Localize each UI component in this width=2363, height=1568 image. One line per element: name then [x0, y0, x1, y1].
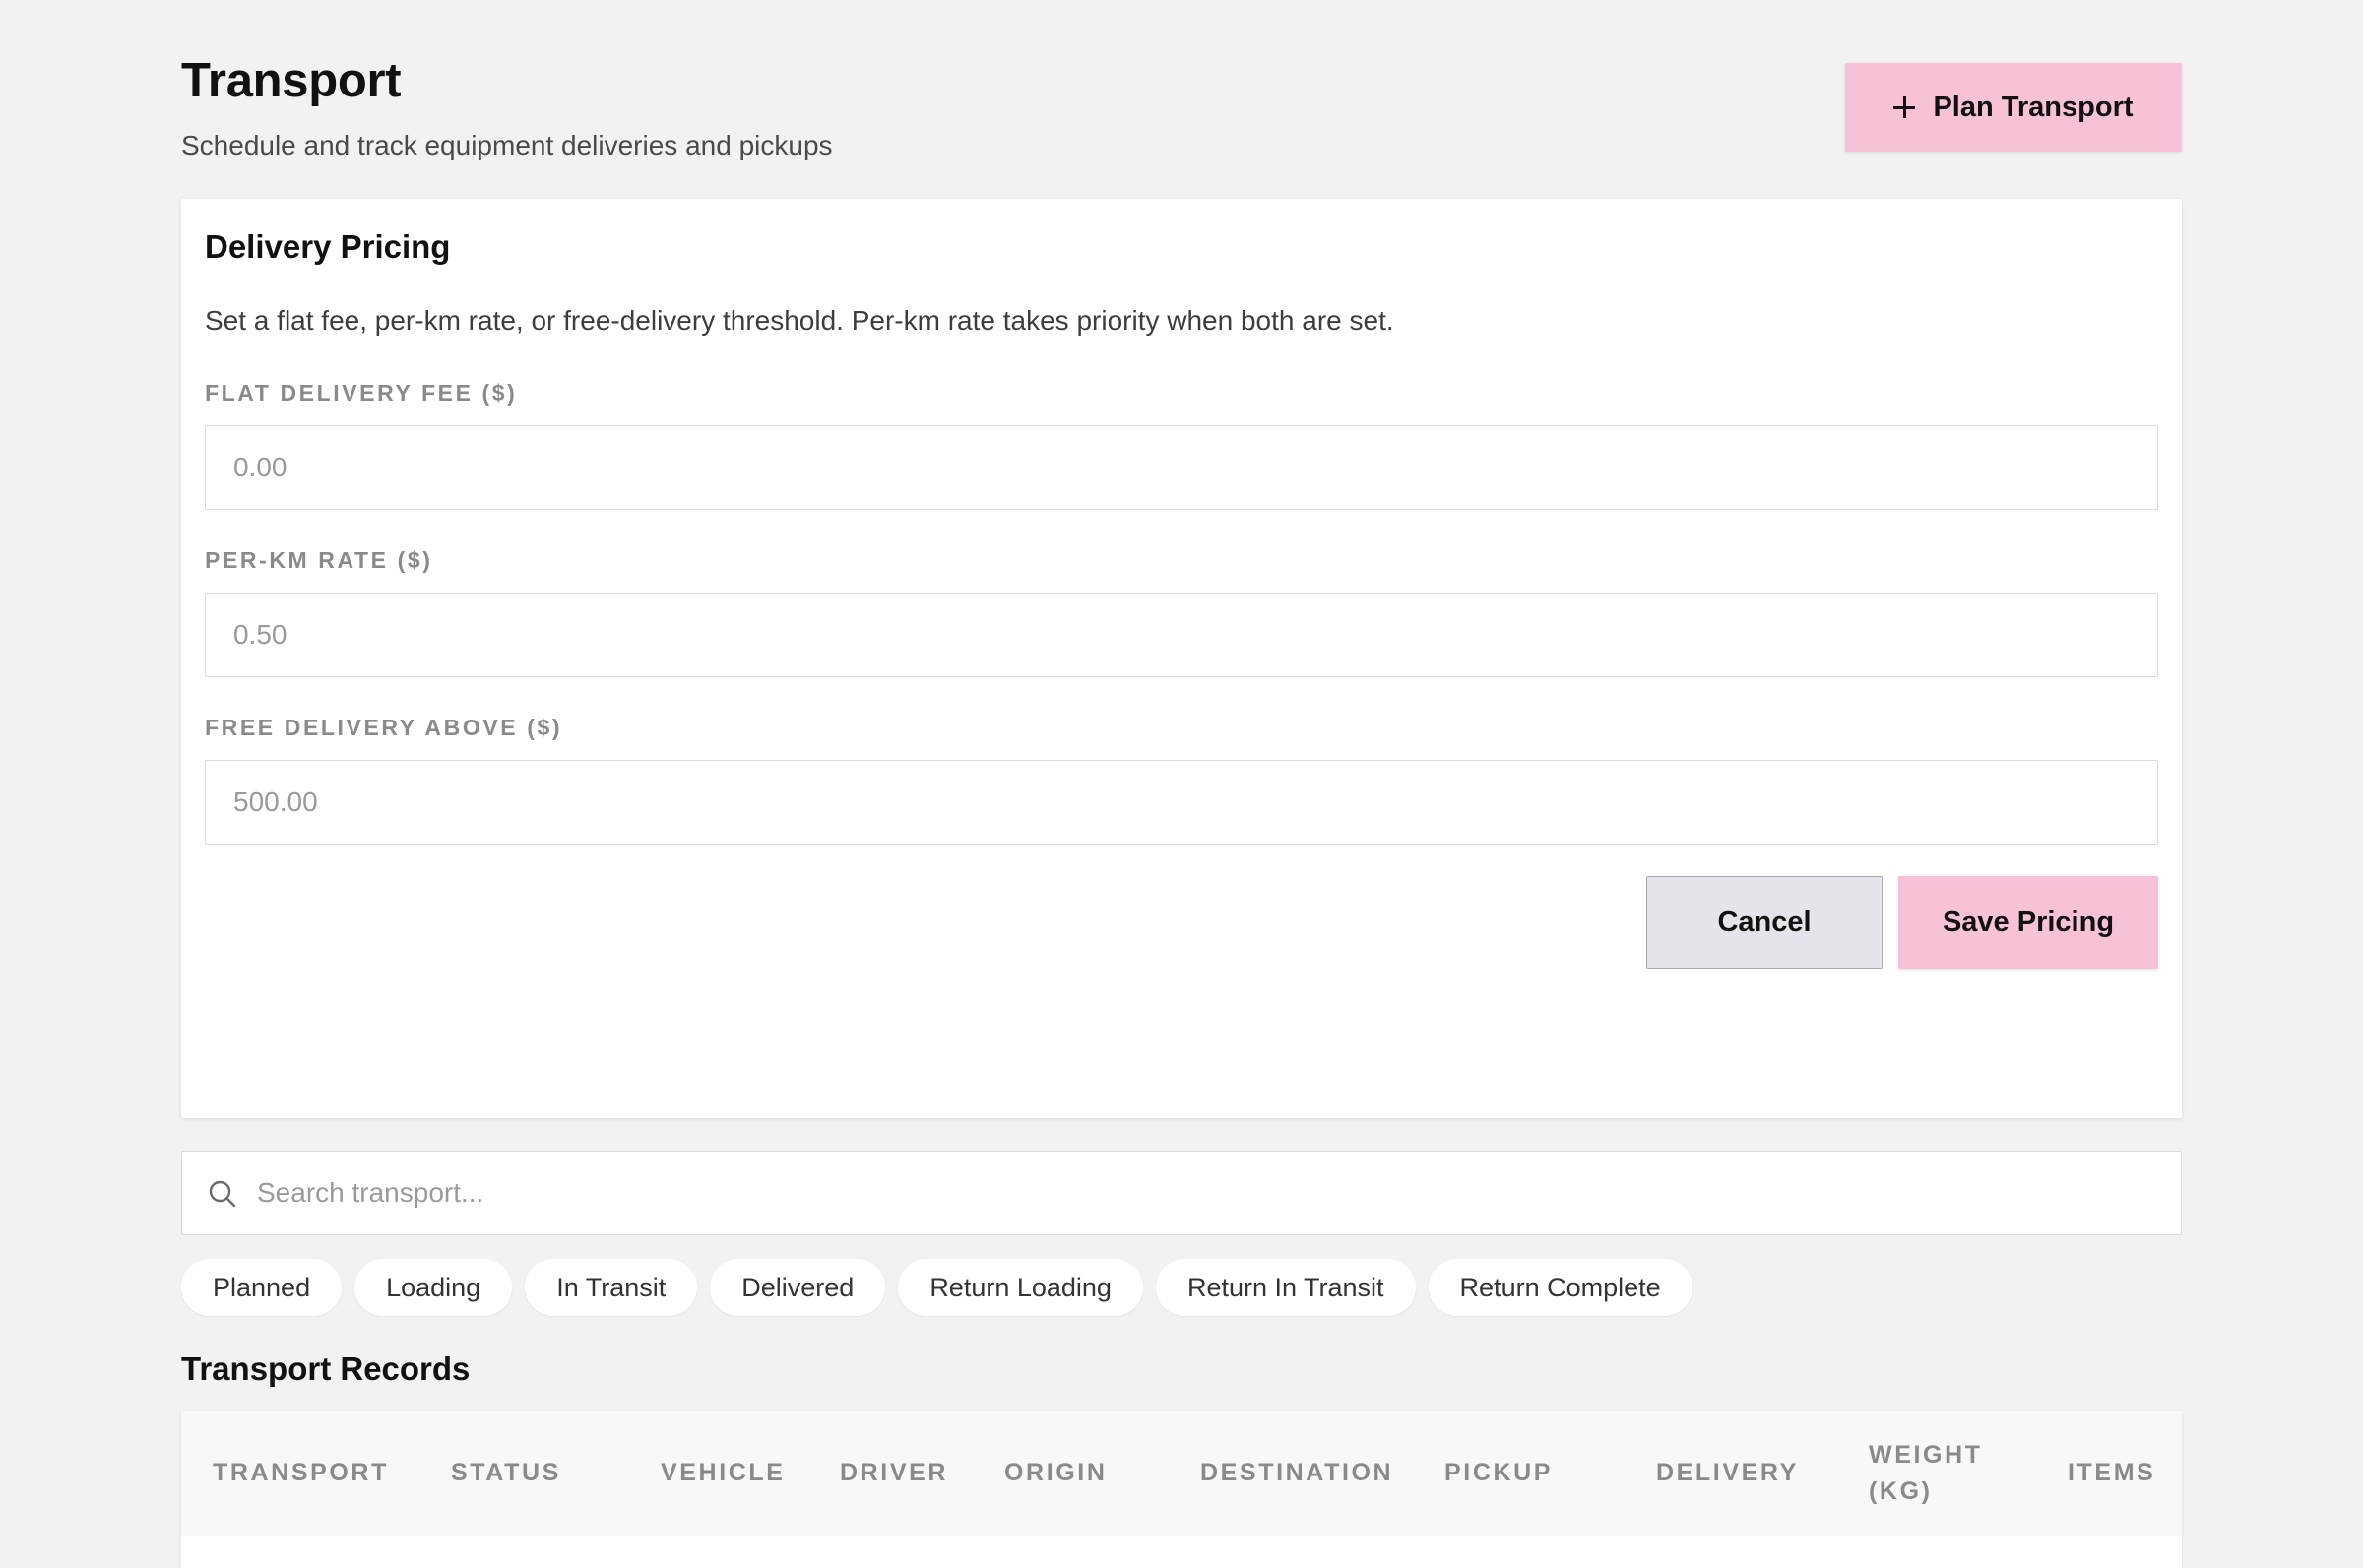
column-header-delivery[interactable]: DELIVERY — [1656, 1411, 1799, 1536]
column-header-destination[interactable]: DESTINATION — [1200, 1411, 1393, 1536]
flat-delivery-fee-label: FLAT DELIVERY FEE ($) — [205, 380, 518, 406]
filter-chip-return-loading[interactable]: Return Loading — [898, 1259, 1143, 1316]
column-header-pickup[interactable]: PICKUP — [1444, 1411, 1553, 1536]
filter-chip-return-complete[interactable]: Return Complete — [1428, 1259, 1692, 1316]
delivery-pricing-description: Set a flat fee, per-km rate, or free-del… — [205, 305, 1394, 336]
page-title: Transport — [181, 54, 402, 107]
status-filter-chips: Planned Loading In Transit Delivered Ret… — [181, 1259, 1692, 1316]
filter-chip-loading[interactable]: Loading — [354, 1259, 513, 1316]
free-delivery-above-input[interactable] — [205, 760, 2158, 845]
page-subtitle: Schedule and track equipment deliveries … — [181, 130, 833, 160]
transport-records-table: TRANSPORT STATUS VEHICLE DRIVER ORIGIN D… — [181, 1411, 2182, 1568]
per-km-rate-label: PER-KM RATE ($) — [205, 547, 433, 573]
table-header-row: TRANSPORT STATUS VEHICLE DRIVER ORIGIN D… — [181, 1411, 2182, 1536]
delivery-pricing-card: Delivery Pricing Set a flat fee, per-km … — [181, 199, 2182, 1118]
search-input[interactable] — [257, 1152, 2157, 1233]
plus-icon — [1893, 96, 1916, 118]
free-delivery-above-label: FREE DELIVERY ABOVE ($) — [205, 715, 563, 740]
plan-transport-button[interactable]: Plan Transport — [1845, 63, 2182, 152]
delivery-pricing-title: Delivery Pricing — [205, 228, 451, 265]
flat-delivery-fee-input[interactable] — [205, 425, 2158, 510]
column-header-transport[interactable]: TRANSPORT — [213, 1411, 389, 1536]
column-header-vehicle[interactable]: VEHICLE — [661, 1411, 786, 1536]
save-pricing-button[interactable]: Save Pricing — [1898, 876, 2158, 969]
filter-chip-planned[interactable]: Planned — [181, 1259, 343, 1316]
filter-chip-return-in-transit[interactable]: Return In Transit — [1155, 1259, 1416, 1316]
filter-chip-delivered[interactable]: Delivered — [710, 1259, 886, 1316]
column-header-weight[interactable]: WEIGHT (KG) — [1869, 1411, 1997, 1536]
per-km-rate-input[interactable] — [205, 593, 2158, 677]
column-header-driver[interactable]: DRIVER — [840, 1411, 948, 1536]
cancel-button[interactable]: Cancel — [1646, 876, 1883, 969]
column-header-origin[interactable]: ORIGIN — [1004, 1411, 1108, 1536]
column-header-status[interactable]: STATUS — [451, 1411, 561, 1536]
transport-records-title: Transport Records — [181, 1350, 471, 1387]
filter-chip-in-transit[interactable]: In Transit — [525, 1259, 698, 1316]
plan-transport-label: Plan Transport — [1933, 91, 2134, 123]
search-bar — [181, 1151, 2182, 1235]
column-header-items[interactable]: ITEMS — [2068, 1411, 2155, 1536]
page-header: Transport Schedule and track equipment d… — [181, 0, 2182, 197]
search-icon — [209, 1180, 236, 1208]
transport-page: Transport Schedule and track equipment d… — [181, 0, 2182, 1568]
